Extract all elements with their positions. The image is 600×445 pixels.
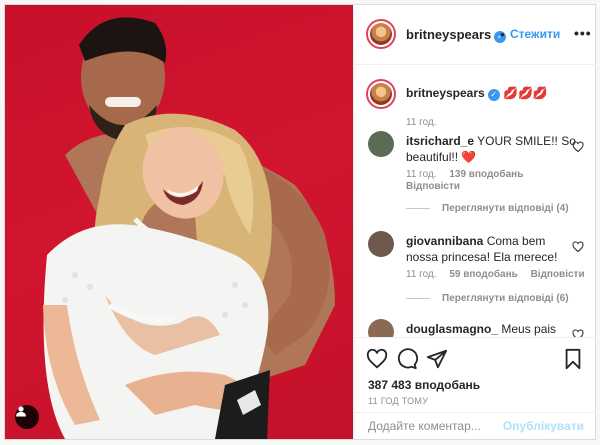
comment-username[interactable]: itsrichard_e	[406, 134, 474, 148]
author-username[interactable]: britneyspears ✓	[406, 27, 507, 43]
comment-meta-reply: Відповісти	[406, 181, 470, 192]
like-comment-heart-icon[interactable]	[572, 141, 584, 153]
caption-time[interactable]: 11 год.	[406, 117, 437, 128]
post-photo[interactable]	[5, 5, 353, 439]
post-actions: 387 483 вподобань 11 ГОД ТОМУ Додайте ко…	[354, 337, 596, 439]
author-avatar[interactable]	[366, 19, 396, 49]
post-sidebar: britneyspears ✓ • Стежити ••• britneyspea…	[353, 5, 596, 439]
comment-username[interactable]: giovannibana	[406, 234, 483, 248]
user-tag-icon[interactable]	[15, 405, 39, 429]
user-silhouette	[16, 406, 26, 417]
bookmark-icon[interactable]	[562, 348, 584, 370]
like-comment-heart-icon[interactable]	[572, 241, 584, 253]
heart-icon[interactable]	[366, 348, 388, 370]
post-header: britneyspears ✓ • Стежити •••	[354, 5, 596, 65]
comment-text: itsrichard_e YOUR SMILE!! So beautiful!!…	[406, 133, 576, 165]
verified-badge-icon: ✓	[487, 89, 500, 101]
comment-meta: 11 год. 139 вподобань	[406, 169, 533, 180]
share-icon[interactable]	[426, 348, 448, 370]
add-comment-bar: Додайте коментар... Опублікувати	[354, 412, 596, 440]
reply-button[interactable]: Відповісти	[406, 181, 460, 192]
comment-likes[interactable]: 139 вподобань	[449, 169, 523, 180]
comment-meta: 11 год. 59 вподобань Відповісти	[406, 269, 595, 280]
follow-button[interactable]: Стежити	[510, 27, 560, 41]
like-comment-heart-icon[interactable]	[572, 329, 584, 337]
comment-text: douglasmagno_ Meus pais são	[406, 321, 576, 337]
comment-text: giovannibana Coma bem nossa princesa! El…	[406, 233, 576, 265]
view-replies-button[interactable]: Переглянути відповіді (6)	[406, 293, 569, 304]
commenter-avatar[interactable]	[368, 319, 394, 337]
comment-likes[interactable]: 59 вподобань	[449, 269, 517, 280]
caption-meta: 11 год.	[406, 117, 447, 128]
photo-illustration	[43, 17, 335, 439]
commenter-avatar[interactable]	[368, 131, 394, 157]
comment-time[interactable]: 11 год.	[406, 269, 437, 280]
instagram-post: britneyspears ✓ • Стежити ••• britneyspea…	[4, 4, 596, 440]
likes-count[interactable]: 387 483 вподобань	[368, 378, 480, 392]
caption-emoji: 💋💋💋	[503, 86, 548, 100]
comment-input[interactable]: Додайте коментар...	[368, 419, 481, 433]
comment-username[interactable]: douglasmagno_	[406, 322, 498, 336]
comment-emoji: ❤️	[461, 150, 477, 164]
author-name-text[interactable]: britneyspears	[406, 27, 491, 42]
view-replies-button[interactable]: Переглянути відповіді (4)	[406, 203, 569, 214]
commenter-avatar[interactable]	[368, 231, 394, 257]
comment-icon[interactable]	[396, 348, 418, 370]
post-timestamp[interactable]: 11 ГОД ТОМУ	[368, 396, 428, 406]
reply-button[interactable]: Відповісти	[531, 269, 585, 280]
caption-text: britneyspears ✓ 💋💋💋	[406, 85, 576, 101]
separator-dot: •	[500, 27, 505, 42]
more-options-icon[interactable]: •••	[574, 25, 592, 41]
comments-list: britneyspears ✓ 💋💋💋 11 год. itsrichard_e …	[354, 65, 596, 337]
caption-author[interactable]: britneyspears	[406, 86, 485, 100]
comment-time[interactable]: 11 год.	[406, 169, 437, 180]
caption-author-avatar[interactable]	[366, 79, 396, 109]
publish-button[interactable]: Опублікувати	[503, 419, 584, 433]
